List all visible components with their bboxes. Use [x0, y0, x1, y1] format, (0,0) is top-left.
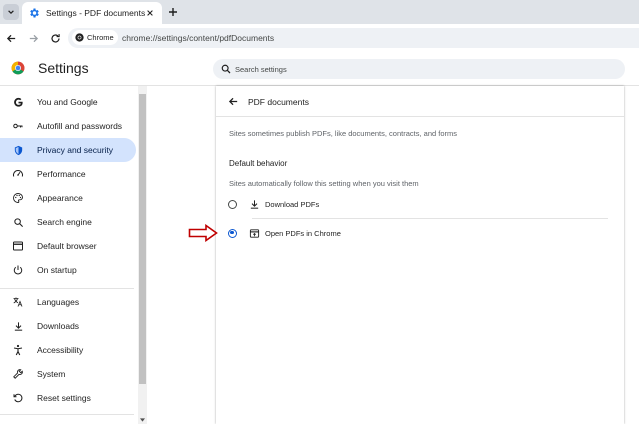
reload-icon [50, 33, 60, 43]
sidebar-item-label: Languages [37, 297, 80, 307]
reload-button[interactable] [47, 30, 63, 46]
sidebar-item-label: Appearance [37, 193, 83, 203]
sidebar-item-appearance[interactable]: Appearance [0, 186, 136, 210]
new-tab-button[interactable] [165, 4, 181, 20]
shield-icon [12, 144, 24, 156]
open-in-browser-icon [249, 228, 260, 239]
annotation-arrow-icon [188, 224, 218, 242]
sidebar-item-label: System [37, 369, 66, 379]
option-download-pdfs[interactable]: Download PDFs [222, 191, 612, 217]
gear-icon [28, 7, 40, 19]
sidebar-item-label: Default browser [37, 241, 97, 251]
sidebar-item-label: Autofill and passwords [37, 121, 123, 131]
sidebar-item-accessibility[interactable]: Accessibility [0, 338, 136, 362]
tab-title: Settings - PDF documents [46, 8, 146, 18]
sidebar-divider [0, 414, 134, 415]
chrome-icon [75, 33, 84, 42]
palette-icon [12, 192, 24, 204]
section-heading: Default behavior [229, 159, 288, 168]
sidebar-item-label: Performance [37, 169, 86, 179]
radio-button-selected[interactable] [228, 228, 237, 238]
arrow-right-icon [29, 34, 38, 42]
arrow-left-icon [6, 34, 15, 42]
download-icon [249, 199, 260, 210]
chevron-down-icon [8, 10, 14, 15]
sidebar-item-label: Accessibility [37, 345, 84, 355]
url-text[interactable]: chrome://settings/content/pdfDocuments [122, 33, 274, 43]
key-icon [12, 120, 24, 132]
back-button[interactable] [3, 30, 19, 46]
wrench-icon [12, 368, 24, 380]
search-box[interactable] [213, 59, 625, 79]
close-icon[interactable] [144, 7, 156, 19]
accessibility-icon [12, 344, 24, 356]
page-description: Sites sometimes publish PDFs, like docum… [229, 129, 458, 138]
sidebar-item-label: Reset settings [37, 393, 91, 403]
site-chip-label: Chrome [87, 33, 114, 42]
google-icon [12, 96, 24, 108]
sidebar-item-languages[interactable]: Languages [0, 290, 136, 314]
scroll-down-icon[interactable] [139, 416, 146, 423]
settings-sidebar: You and Google Autofill and passwords Pr… [0, 86, 138, 424]
option-label: Download PDFs [265, 199, 320, 209]
speedometer-icon [12, 168, 24, 180]
sidebar-divider [0, 288, 134, 289]
search-input[interactable] [235, 64, 615, 74]
divider [216, 116, 624, 117]
sidebar-item-performance[interactable]: Performance [0, 162, 136, 186]
tab-search-button[interactable] [3, 4, 19, 20]
sidebar-item-you-and-google[interactable]: You and Google [0, 90, 136, 114]
download-icon [12, 320, 24, 332]
sidebar-item-privacy-and-security[interactable]: Privacy and security [0, 138, 136, 162]
browser-window-icon [12, 240, 24, 252]
sidebar-item-label: Downloads [37, 321, 80, 331]
radio-button[interactable] [228, 199, 237, 209]
back-arrow-icon[interactable] [228, 96, 239, 107]
sidebar-item-reset-settings[interactable]: Reset settings [0, 386, 136, 410]
page-title: Settings [38, 60, 89, 76]
translate-icon [12, 296, 24, 308]
plus-icon [169, 8, 177, 16]
reset-icon [12, 392, 24, 404]
forward-button[interactable] [25, 30, 41, 46]
sidebar-item-downloads[interactable]: Downloads [0, 314, 136, 338]
sidebar-item-system[interactable]: System [0, 362, 136, 386]
sidebar-item-autofill[interactable]: Autofill and passwords [0, 114, 136, 138]
search-icon [221, 64, 231, 74]
sidebar-item-label: You and Google [37, 97, 98, 107]
subpage-title: PDF documents [248, 97, 309, 107]
section-subtext: Sites automatically follow this setting … [229, 179, 419, 188]
sidebar-item-on-startup[interactable]: On startup [0, 258, 136, 282]
option-label: Open PDFs in Chrome [265, 228, 341, 238]
search-icon [12, 216, 24, 228]
sidebar-item-label: Search engine [37, 217, 92, 227]
site-info-chip[interactable]: Chrome [72, 30, 118, 45]
sidebar-item-search-engine[interactable]: Search engine [0, 210, 136, 234]
sidebar-item-label: Privacy and security [37, 145, 114, 155]
option-open-pdfs-in-chrome[interactable]: Open PDFs in Chrome [222, 220, 612, 246]
power-icon [12, 264, 24, 276]
scrollbar-thumb[interactable] [139, 94, 146, 384]
sidebar-item-default-browser[interactable]: Default browser [0, 234, 136, 258]
sidebar-item-label: On startup [37, 265, 77, 275]
divider [252, 218, 608, 219]
browser-tab[interactable]: Settings - PDF documents [22, 2, 162, 24]
chrome-logo-icon [11, 61, 25, 75]
